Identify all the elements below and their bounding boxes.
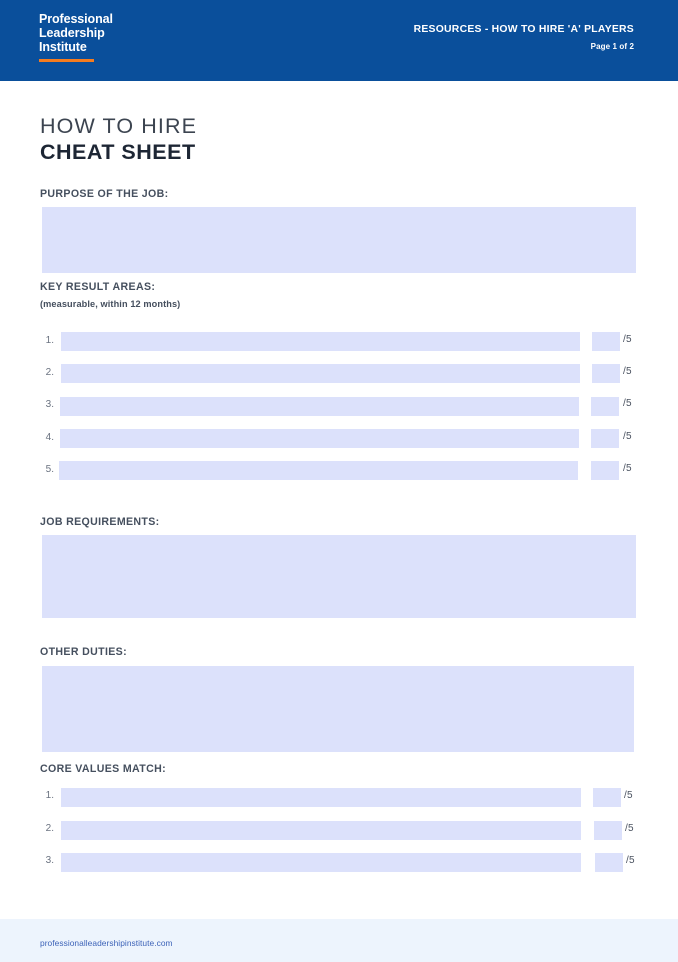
purpose-of-the-job-input[interactable] (42, 207, 636, 273)
kra-row-score-input[interactable] (592, 364, 620, 383)
section-label-purpose: PURPOSE OF THE JOB: (40, 188, 169, 200)
kra-row-score-input[interactable] (591, 397, 619, 416)
brand-logo: Professional Leadership Institute (39, 12, 209, 62)
core-value-row-score-suffix: /5 (626, 855, 635, 866)
kra-row-number: 2. (45, 367, 54, 378)
logo-line-3: Institute (39, 40, 87, 55)
kra-row-score-suffix: /5 (623, 431, 632, 442)
kra-row-score-input[interactable] (592, 332, 620, 351)
footer-website-link[interactable]: professionalleadershipinstitute.com (40, 938, 173, 948)
kra-row-input[interactable] (61, 364, 580, 383)
core-value-row-number: 3. (45, 855, 54, 866)
kra-row-score-suffix: /5 (623, 463, 632, 474)
job-requirements-input[interactable] (42, 535, 636, 618)
other-duties-input[interactable] (42, 666, 634, 752)
core-value-row-score-input[interactable] (595, 853, 623, 872)
header-meta: RESOURCES - HOW TO HIRE 'A' PLAYERS Page… (414, 24, 634, 51)
core-value-row-score-input[interactable] (594, 821, 622, 840)
kra-row-number: 5. (45, 464, 54, 475)
cheat-sheet-page: Professional Leadership Institute RESOUR… (0, 0, 678, 962)
kra-row-number: 4. (45, 432, 54, 443)
core-value-row-input[interactable] (61, 821, 581, 840)
kra-row-input[interactable] (60, 397, 579, 416)
core-value-row-score-suffix: /5 (624, 790, 633, 801)
kra-row-number: 3. (45, 399, 54, 410)
kra-row-input[interactable] (60, 429, 579, 448)
kra-row-score-input[interactable] (591, 461, 619, 480)
page-title: HOW TO HIRE CHEAT SHEET (40, 114, 197, 165)
kra-row-number: 1. (45, 335, 54, 346)
kra-row-input[interactable] (61, 332, 580, 351)
logo-line-2: Leadership (39, 26, 105, 41)
section-sublabel-key-result-areas: (measurable, within 12 months) (40, 299, 181, 309)
section-label-job-requirements: JOB REQUIREMENTS: (40, 516, 160, 528)
kra-row-score-suffix: /5 (623, 334, 632, 345)
core-value-row-input[interactable] (61, 853, 581, 872)
core-value-row-input[interactable] (61, 788, 581, 807)
logo-line-1: Professional (39, 12, 113, 26)
core-value-row-score-input[interactable] (593, 788, 621, 807)
kra-row-score-suffix: /5 (623, 366, 632, 377)
core-value-row-number: 1. (45, 790, 54, 801)
section-label-key-result-areas: KEY RESULT AREAS: (40, 281, 156, 293)
section-label-other-duties: OTHER DUTIES: (40, 646, 127, 658)
kra-row-score-input[interactable] (591, 429, 619, 448)
kra-row-input[interactable] (59, 461, 578, 480)
core-value-row-score-suffix: /5 (625, 823, 634, 834)
core-value-row-number: 2. (45, 823, 54, 834)
section-label-core-values-match: CORE VALUES MATCH: (40, 763, 166, 775)
page-header: Professional Leadership Institute RESOUR… (0, 0, 678, 81)
page-indicator: Page 1 of 2 (590, 42, 634, 51)
page-footer: professionalleadershipinstitute.com (0, 919, 678, 962)
page-title-light: HOW TO HIRE (40, 114, 198, 138)
kra-row-score-suffix: /5 (623, 398, 632, 409)
resource-title: RESOURCES - HOW TO HIRE 'A' PLAYERS (413, 24, 634, 35)
logo-underline-rule (39, 58, 94, 62)
page-title-bold: CHEAT SHEET (40, 140, 196, 164)
